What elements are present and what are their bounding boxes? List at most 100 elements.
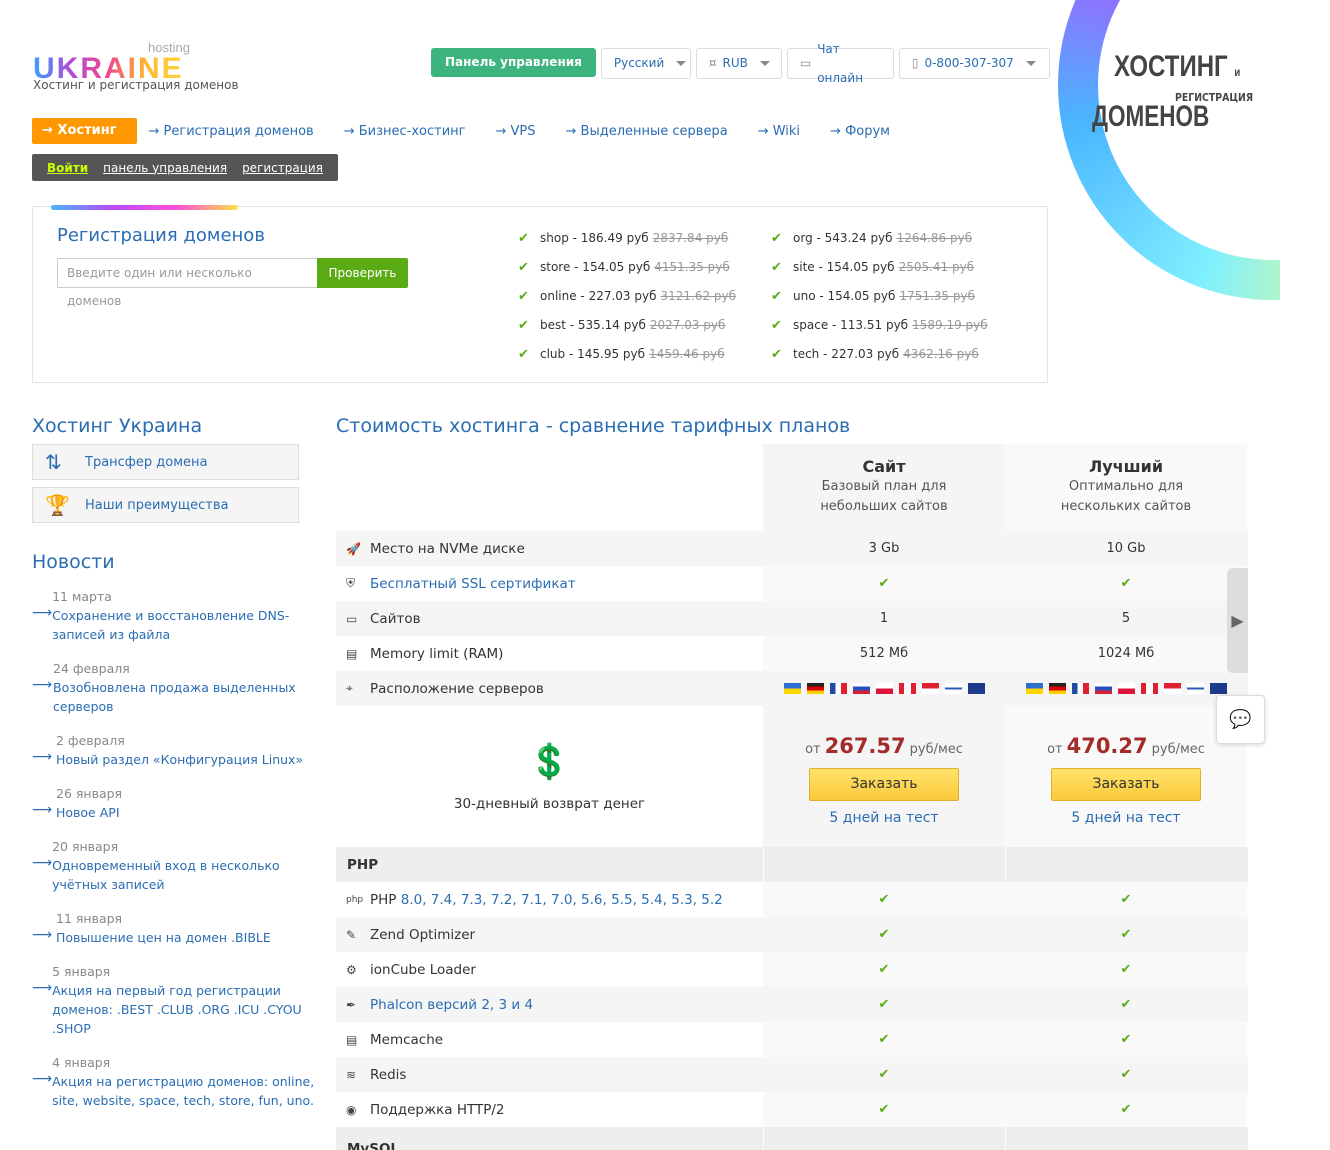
refund-text: 30-дневный возврат денег: [453, 795, 646, 812]
news-item: ⟶ 4 января Акция на регистрацию доменов: o…: [32, 1055, 315, 1108]
flag-de-icon: [1048, 683, 1066, 694]
order-button[interactable]: Заказать: [809, 768, 959, 801]
table-row: 🚀 Место на NVMe диске 3 Gb 10 Gb: [336, 531, 1248, 566]
table-row: ✎ Zend Optimizer ✔ ✔: [336, 917, 1248, 952]
phalcon-link[interactable]: Phalcon версий 2, 3 и 4: [370, 997, 533, 1013]
domain-price-item[interactable]: ✔ org - 543.24 руб 1264.86 руб: [771, 229, 1024, 247]
flag-ua-icon: [1025, 683, 1043, 694]
ssl-link[interactable]: Бесплатный SSL сертификат: [370, 576, 576, 592]
domain-price-item[interactable]: ✔ best - 535.14 руб 2027.03 руб: [518, 316, 771, 334]
flag-ca-icon: [1140, 683, 1158, 694]
flag-au-icon: [967, 683, 985, 694]
check-icon: ✔: [878, 997, 890, 1012]
plan-desc: Оптимально для: [1068, 479, 1184, 494]
chrome-icon: ◉: [346, 1102, 357, 1117]
news-list: ⟶ 11 марта Сохранение и восстановление DNS…: [32, 587, 322, 1125]
table-row: ◉ Поддержка HTTP/2 ✔ ✔: [336, 1092, 1248, 1127]
promo-line1: ХОСТИНГ: [1114, 50, 1228, 83]
plan-name: Лучший: [1088, 457, 1164, 476]
nav-wiki[interactable]: → Wiki: [758, 124, 800, 139]
currency-select[interactable]: ¤ RUB: [695, 48, 782, 79]
check-icon: ✔: [518, 317, 529, 333]
nav-dedicated[interactable]: → Выделенные сервера: [566, 124, 728, 139]
advantages-button[interactable]: 🏆 Наши преимущества: [32, 487, 299, 523]
news-link[interactable]: Сохранение и восстановление DNS-записей …: [52, 608, 289, 642]
control-panel-button[interactable]: Панель управления: [431, 48, 596, 77]
domain-title: Регистрация доменов: [57, 225, 265, 246]
check-icon: ✔: [771, 317, 782, 333]
domain-search-input[interactable]: Введите один или несколько доменов: [57, 258, 317, 308]
check-icon: ✔: [763, 882, 1005, 917]
pricing-title: Стоимость хостинга - сравнение тарифных …: [336, 415, 851, 437]
chat-icon: ▭: [799, 56, 812, 70]
chevron-down-icon: [676, 61, 687, 66]
check-domain-button[interactable]: Проверить: [317, 258, 408, 288]
language-select[interactable]: Русский: [600, 48, 691, 79]
check-icon: ✔: [878, 927, 890, 942]
news-link[interactable]: Новое API: [56, 805, 120, 820]
nav-domains[interactable]: → Регистрация доменов: [149, 124, 314, 139]
price-value: 470.27: [1066, 734, 1148, 758]
news-item: ⟶ 24 февраля Возобновлена продажа выделенн…: [32, 661, 296, 714]
arrow-right-icon: ⟶: [32, 749, 53, 765]
chat-label: Чат онлайн: [817, 41, 864, 85]
domain-registration-box: Регистрация доменов Введите один или нес…: [32, 205, 1048, 383]
domain-price-item[interactable]: ✔ store - 154.05 руб 4151.35 руб: [518, 258, 771, 276]
check-icon: ✔: [1005, 566, 1247, 601]
plan-site-header: Сайт Базовый план для небольших сайтов: [763, 444, 1005, 531]
transfer-domain-button[interactable]: ⇅ Трансфер домена: [32, 444, 299, 480]
domain-price-item[interactable]: ✔ site - 154.05 руб 2505.41 руб: [771, 258, 1024, 276]
news-item: ⟶ 26 января Новое API: [32, 786, 123, 820]
domain-price-item[interactable]: ✔ shop - 186.49 руб 2837.84 руб: [518, 229, 771, 247]
accent-bar: [51, 205, 238, 210]
domain-price-item[interactable]: ✔ club - 145.95 руб 1459.46 руб: [518, 345, 771, 363]
check-icon: ✔: [771, 346, 782, 362]
chevron-down-icon: [759, 61, 770, 66]
nav-vps[interactable]: → VPS: [496, 124, 536, 139]
order-button[interactable]: Заказать: [1051, 768, 1201, 801]
check-icon: ✔: [518, 230, 529, 246]
test-link[interactable]: 5 дней на тест: [1005, 810, 1247, 826]
domain-price-list: ✔ shop - 186.49 руб 2837.84 руб ✔ org - 543…: [518, 229, 1024, 363]
nav-forum[interactable]: → Форум: [830, 124, 890, 139]
flag-fi-icon: [1186, 683, 1204, 694]
feather-icon: ✒: [346, 997, 357, 1012]
domain-price-item[interactable]: ✔ online - 227.03 руб 3121.62 руб: [518, 287, 771, 305]
transfer-arrows-icon: ⇅: [45, 450, 62, 474]
php-versions-links[interactable]: 8.0, 7.4, 7.3, 7.2, 7.1, 7.0, 5.6, 5.5, …: [401, 892, 723, 908]
news-link[interactable]: Возобновлена продажа выделенных серверов: [53, 680, 296, 714]
news-link[interactable]: Акция на регистрацию доменов: online, si…: [52, 1074, 314, 1108]
table-scroll-right-button[interactable]: ▶: [1227, 568, 1248, 673]
flag-sg-icon: [1163, 683, 1181, 694]
news-link[interactable]: Одновременный вход в несколько учётных з…: [52, 858, 280, 892]
register-link[interactable]: регистрация: [242, 161, 323, 175]
flag-au-icon: [1209, 683, 1227, 694]
chat-online-button[interactable]: ▭ Чат онлайн: [786, 42, 894, 85]
domain-price-item[interactable]: ✔ uno - 154.05 руб 1751.35 руб: [771, 287, 1024, 305]
chat-widget-button[interactable]: 💬: [1216, 695, 1265, 744]
plan-best-price: от 470.27 руб/мес Заказать 5 дней на тест: [1005, 706, 1247, 847]
domain-price-item[interactable]: ✔ tech - 227.03 руб 4362.16 руб: [771, 345, 1024, 363]
test-link[interactable]: 5 дней на тест: [763, 810, 1005, 826]
news-link[interactable]: Новый раздел «Конфигурация Linux»: [56, 752, 303, 767]
nav-hosting[interactable]: → Хостинг: [32, 118, 137, 144]
arrow-right-icon: ⟶: [32, 677, 53, 693]
promo-banner[interactable]: ХОСТИНГ и РЕГИСТРАЦИЯ ДОМЕНОВ: [1058, 0, 1280, 305]
phone-select[interactable]: ▯ 0-800-307-307: [898, 48, 1050, 79]
table-row: ✒ Phalcon версий 2, 3 и 4 ✔ ✔: [336, 987, 1248, 1022]
login-link[interactable]: Войти: [47, 161, 88, 175]
news-link[interactable]: Повышение цен на домен .BIBLE: [56, 930, 271, 945]
flag-ua-icon: [783, 683, 801, 694]
panel-link[interactable]: панель управления: [103, 161, 227, 175]
flag-fr-icon: [829, 683, 847, 694]
gear-icon: ⚙: [346, 962, 357, 977]
memory-icon: ▤: [346, 1032, 358, 1047]
news-link[interactable]: Акция на первый год регистрации доменов:…: [52, 983, 302, 1036]
nav-business-hosting[interactable]: → Бизнес-хостинг: [344, 124, 466, 139]
domain-price-item[interactable]: ✔ space - 113.51 руб 1589.19 руб: [771, 316, 1024, 334]
sidebar-title: Хостинг Украина: [32, 415, 203, 437]
flag-ru-icon: [1094, 683, 1112, 694]
transfer-label: Трансфер домена: [85, 454, 208, 470]
news-item: ⟶ 11 января Повышение цен на домен .BIBLE: [32, 911, 271, 945]
chat-bubble-icon: 💬: [1229, 709, 1252, 730]
